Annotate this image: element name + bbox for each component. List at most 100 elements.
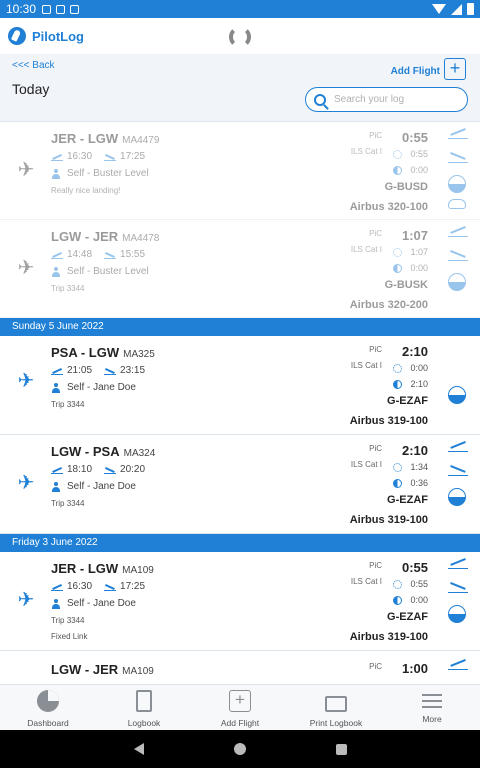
flight-card[interactable]: ✈ JER - LGW MA109 16:30 17:25 Self - Jane … [0, 552, 480, 651]
back-icon[interactable] [133, 743, 144, 755]
notification-icon [42, 4, 52, 14]
aircraft-type: Airbus 319-100 [349, 631, 428, 643]
flight-list[interactable]: ✈ JER - LGW MA4479 16:30 17:25 Self - Bust… [0, 123, 480, 683]
nav-label: Logbook [127, 718, 161, 728]
app-title: PilotLog [32, 28, 84, 44]
ils-label: ILS Cat I [350, 245, 382, 254]
nav-label: Dashboard [27, 718, 69, 728]
night-value: 2:10 [410, 379, 428, 389]
approach-icon [448, 273, 466, 291]
sun-icon [393, 462, 403, 472]
aircraft-registration: G-BUSD [384, 181, 428, 193]
pic-label: PiC [369, 131, 382, 140]
moon-icon [393, 165, 403, 175]
day-time: 1:34 [393, 462, 428, 472]
landing-icon [104, 153, 117, 161]
aircraft-type: Airbus 320-200 [349, 299, 428, 311]
crew-row: Self - Buster Level [51, 266, 149, 277]
nav-label: Print Logbook [309, 718, 363, 728]
person-icon [51, 382, 61, 393]
crew-text: Self - Jane Doe [67, 382, 136, 393]
person-icon [51, 481, 61, 492]
plane-icon: ✈ [17, 257, 35, 279]
plane-icon: ✈ [17, 472, 35, 494]
takeoff-icon [51, 153, 63, 161]
departure-time: 16:30 [67, 151, 93, 162]
add-icon: + [229, 690, 251, 712]
night-time: 0:00 [393, 165, 428, 175]
ils-label: ILS Cat I [350, 147, 382, 156]
arrival-time: 20:20 [120, 464, 146, 475]
flight-card[interactable]: ✈ LGW - JER MA4478 14:48 15:55 Self - Bust… [0, 220, 480, 318]
ils-label: ILS Cat I [350, 361, 382, 370]
plane-icon: ✈ [17, 159, 35, 181]
back-link[interactable]: <<< Back [12, 60, 55, 71]
nav-dashboard[interactable]: Dashboard [0, 685, 96, 730]
pic-label: PiC [369, 229, 382, 238]
day-time: 0:55 [393, 149, 428, 159]
flight-number: MA324 [123, 448, 156, 459]
add-flight-link[interactable]: Add Flight [391, 66, 440, 77]
person-icon [51, 168, 61, 179]
nav-add-flight[interactable]: + Add Flight [192, 685, 288, 730]
pic-label: PiC [369, 345, 382, 354]
nav-logbook[interactable]: Logbook [96, 685, 192, 730]
signal-icon [451, 3, 462, 15]
pic-label: PiC [369, 662, 382, 671]
system-nav-bar [0, 730, 480, 768]
add-flight-button[interactable]: + [444, 58, 466, 80]
date-section-header: Friday 3 June 2022 [0, 534, 480, 552]
flight-card[interactable]: ✈ JER - LGW MA4479 16:30 17:25 Self - Bust… [0, 123, 480, 220]
route-text: LGW - JER [51, 662, 119, 677]
search-input[interactable] [334, 94, 454, 105]
flight-card[interactable]: ✈ PSA - LGW MA325 21:05 23:15 Self - Jane … [0, 336, 480, 435]
page-title: Today [12, 81, 50, 97]
nav-label: More [422, 714, 442, 724]
day-time: 1:07 [393, 247, 428, 257]
person-icon [51, 266, 61, 277]
aircraft-registration: G-EZAF [387, 395, 428, 407]
operation-icons [448, 557, 468, 629]
header-panel: <<< Back Today Add Flight + [0, 54, 480, 122]
recent-apps-icon[interactable] [335, 743, 347, 755]
flight-route: JER - LGW MA4479 [51, 131, 159, 146]
wifi-icon [432, 4, 446, 14]
takeoff-icon [448, 440, 468, 452]
pic-label: PiC [369, 444, 382, 453]
aircraft-type: Airbus 319-100 [349, 514, 428, 526]
moon-icon [393, 379, 403, 389]
nav-more[interactable]: More [384, 685, 480, 730]
flight-times: 18:10 20:20 [51, 464, 145, 475]
flight-card[interactable]: ✈ LGW - PSA MA324 18:10 20:20 Self - Jane … [0, 435, 480, 534]
plane-icon: ✈ [17, 370, 35, 392]
moon-icon [393, 595, 403, 605]
flight-times: 16:30 17:25 [51, 581, 145, 592]
arrival-time: 17:25 [120, 581, 146, 592]
approach-icon [448, 488, 466, 506]
flight-note: Trip 3344 [51, 616, 85, 625]
ils-label: ILS Cat I [350, 460, 382, 469]
aircraft-type: Airbus 320-100 [349, 201, 428, 213]
takeoff-icon [51, 583, 63, 591]
night-time: 2:10 [393, 379, 428, 389]
flight-note-secondary: Fixed Link [51, 632, 88, 641]
nav-print-logbook[interactable]: Print Logbook [288, 685, 384, 730]
sun-icon [393, 247, 403, 257]
landing-icon [104, 251, 117, 259]
day-value: 0:55 [410, 579, 428, 589]
clock: 10:30 [6, 2, 37, 16]
nav-label: Add Flight [220, 718, 260, 728]
home-icon[interactable] [233, 743, 246, 755]
crew-text: Self - Jane Doe [67, 598, 136, 609]
search-box[interactable] [305, 87, 468, 112]
sync-icon[interactable] [229, 26, 251, 48]
printer-icon [325, 696, 347, 712]
arrival-time: 17:25 [120, 151, 146, 162]
book-icon [136, 690, 152, 712]
flight-number: MA109 [122, 666, 154, 677]
flight-number: MA4478 [122, 233, 160, 244]
flight-card[interactable]: LGW - JER MA109 PiC 1:00 [0, 651, 480, 683]
night-time: 0:00 [393, 263, 428, 273]
crew-text: Self - Buster Level [67, 168, 149, 179]
flight-route: LGW - JER MA4478 [51, 229, 159, 244]
